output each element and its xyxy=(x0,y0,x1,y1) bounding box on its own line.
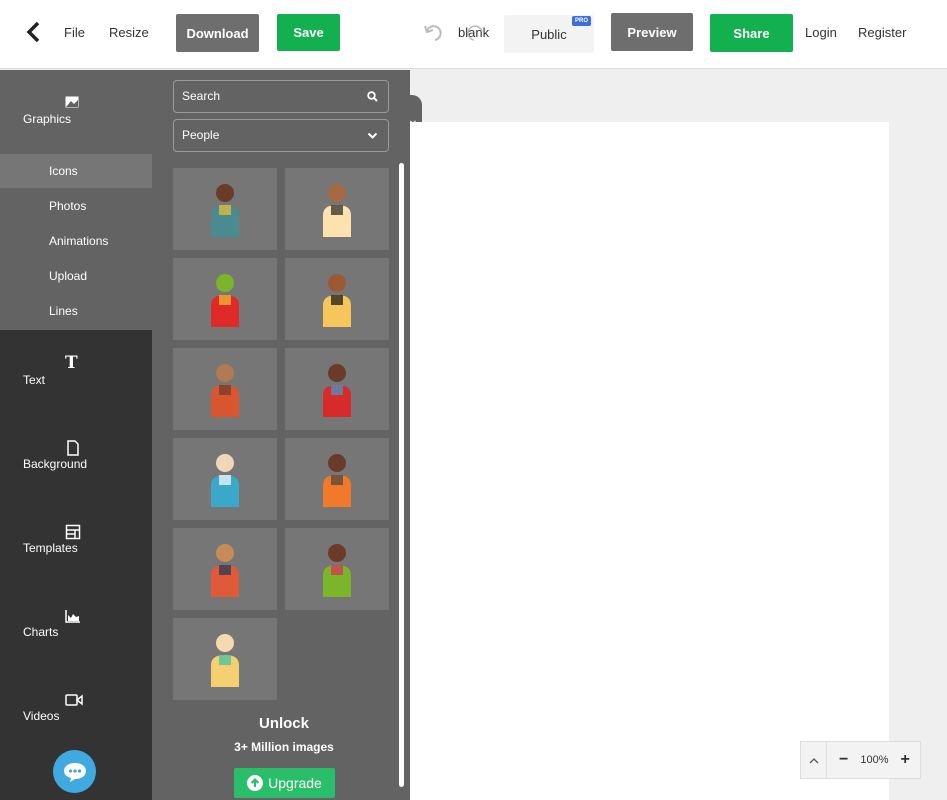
sidebar-item-templates[interactable]: Templates xyxy=(23,541,78,555)
sidebar-sub-lines[interactable]: Lines xyxy=(0,294,152,328)
sidebar-item-videos[interactable]: Videos xyxy=(23,709,59,723)
people-illustration xyxy=(211,634,239,687)
people-illustration xyxy=(323,274,351,327)
graphic-thumbnail[interactable] xyxy=(285,258,389,340)
people-illustration xyxy=(323,364,351,417)
save-button[interactable]: Save xyxy=(277,14,340,51)
people-illustration xyxy=(211,184,239,237)
upgrade-label: Upgrade xyxy=(268,775,322,791)
pro-badge: PRO xyxy=(571,16,591,26)
page-icon xyxy=(67,440,79,456)
sidebar-sub-photos[interactable]: Photos xyxy=(0,189,152,223)
sidebar-item-background[interactable]: Background xyxy=(23,457,87,471)
graphic-thumbnail[interactable] xyxy=(285,528,389,610)
zoom-controls: − 100% + xyxy=(800,741,921,779)
chevron-left-icon[interactable] xyxy=(24,20,44,44)
category-selected: People xyxy=(182,128,220,142)
unlock-title: Unlock xyxy=(258,715,309,732)
video-icon xyxy=(65,694,83,706)
file-menu[interactable]: File xyxy=(64,25,85,40)
zoom-in-button[interactable]: + xyxy=(900,751,909,769)
visibility-label: Public xyxy=(531,26,567,42)
text-icon: T xyxy=(65,353,78,373)
design-canvas[interactable] xyxy=(410,122,889,800)
panel-scrollbar[interactable] xyxy=(399,163,404,787)
undo-icon[interactable] xyxy=(423,23,445,43)
graphic-thumbnail[interactable] xyxy=(173,168,277,250)
people-illustration xyxy=(211,454,239,507)
people-illustration xyxy=(323,544,351,597)
resize-menu[interactable]: Resize xyxy=(109,25,149,40)
download-button[interactable]: Download xyxy=(176,14,259,52)
unlock-subtitle: 3+ Million images xyxy=(234,740,334,754)
people-illustration xyxy=(211,544,239,597)
preview-button[interactable]: Preview xyxy=(611,13,693,51)
chevron-down-icon xyxy=(367,132,378,139)
graphic-thumbnail[interactable] xyxy=(173,438,277,520)
redo-icon[interactable] xyxy=(466,24,486,42)
sidebar-sub-upload[interactable]: Upload xyxy=(0,259,152,293)
zoom-level: 100% xyxy=(860,754,889,766)
upgrade-button[interactable]: Upgrade xyxy=(234,768,335,798)
search-icon[interactable] xyxy=(367,91,378,102)
chart-icon xyxy=(65,610,80,623)
graphic-thumbnail[interactable] xyxy=(173,528,277,610)
people-illustration xyxy=(323,184,351,237)
chevron-up-icon[interactable] xyxy=(801,742,827,778)
chat-icon xyxy=(63,762,86,782)
people-illustration xyxy=(211,364,239,417)
left-sidebar: Graphics Icons Photos Animations Upload … xyxy=(0,70,152,800)
sidebar-item-charts[interactable]: Charts xyxy=(23,625,58,639)
graphic-thumbnail[interactable] xyxy=(285,348,389,430)
arrow-up-circle-icon xyxy=(247,775,264,791)
graphic-thumbnail[interactable] xyxy=(285,438,389,520)
chat-button[interactable] xyxy=(53,750,96,793)
people-illustration xyxy=(211,274,239,327)
zoom-out-button[interactable]: − xyxy=(839,751,848,769)
image-icon xyxy=(65,96,79,108)
login-link[interactable]: Login xyxy=(805,25,837,40)
share-button[interactable]: Share xyxy=(710,14,793,52)
sidebar-sub-icons[interactable]: Icons xyxy=(0,154,152,188)
people-illustration xyxy=(323,454,351,507)
search-input[interactable]: Search xyxy=(173,80,389,113)
graphic-thumbnail[interactable] xyxy=(173,348,277,430)
search-placeholder: Search xyxy=(182,89,221,103)
top-toolbar: File Resize Download Save blank Public P… xyxy=(0,0,947,69)
template-icon xyxy=(65,524,81,540)
visibility-toggle[interactable]: Public PRO xyxy=(504,15,594,53)
sidebar-sub-animations[interactable]: Animations xyxy=(0,224,152,258)
register-link[interactable]: Register xyxy=(858,25,906,40)
graphics-section: Graphics Icons Photos Animations Upload … xyxy=(0,70,152,330)
sidebar-item-graphics[interactable]: Graphics xyxy=(23,112,71,126)
sidebar-item-text[interactable]: Text xyxy=(23,373,45,387)
graphic-thumbnail[interactable] xyxy=(173,618,277,700)
graphic-thumbnail[interactable] xyxy=(285,168,389,250)
graphic-thumbnail[interactable] xyxy=(173,258,277,340)
category-select[interactable]: People xyxy=(173,119,389,152)
